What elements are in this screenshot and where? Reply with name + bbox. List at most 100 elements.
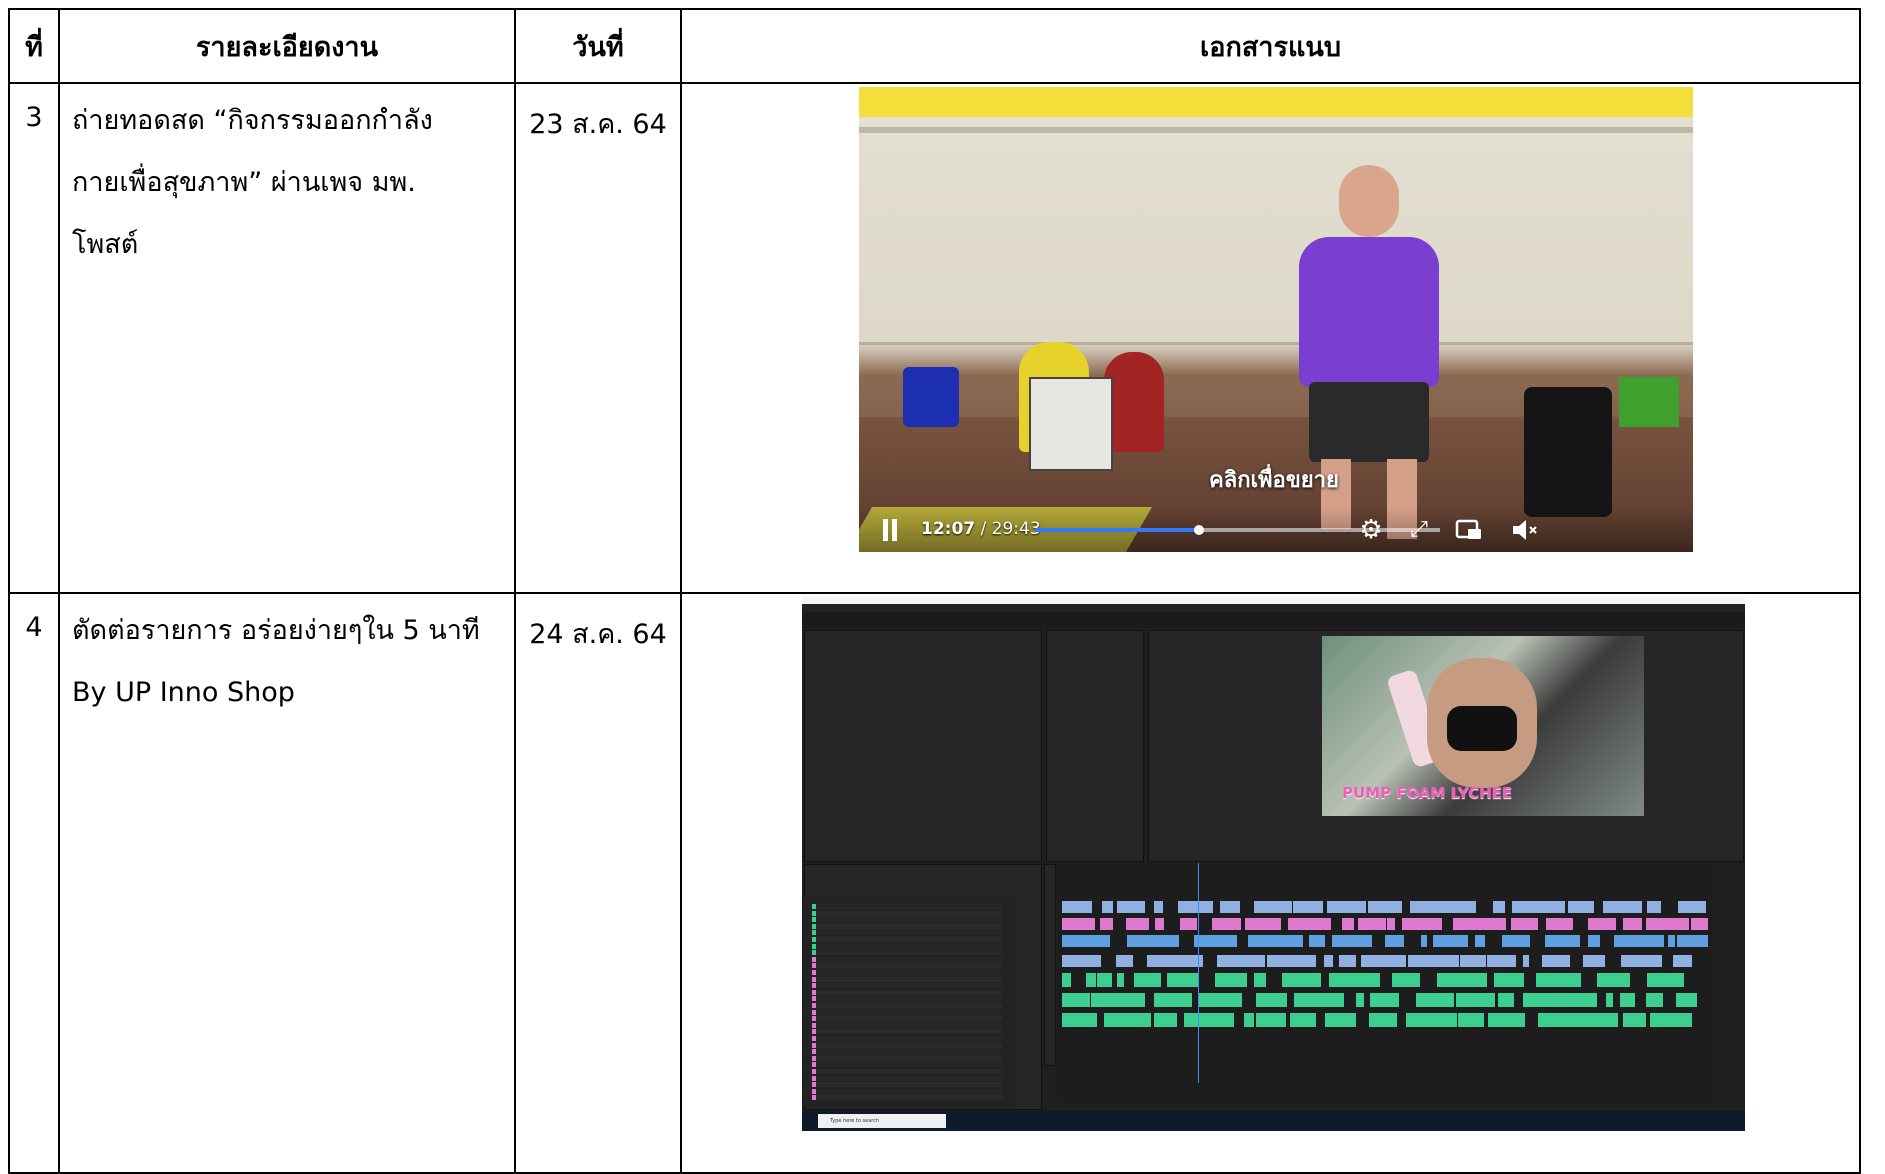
project-file-row[interactable] <box>812 943 1002 949</box>
timeline-clip[interactable] <box>1621 955 1662 967</box>
project-file-row[interactable] <box>812 910 1002 916</box>
timeline-clip[interactable] <box>1691 918 1708 930</box>
timeline-clip[interactable] <box>1387 918 1395 930</box>
timeline-clip[interactable] <box>1620 993 1635 1007</box>
timeline-clip[interactable] <box>1358 918 1386 930</box>
timeline-clip[interactable] <box>1062 1013 1097 1027</box>
timeline-clip[interactable] <box>1256 1013 1286 1027</box>
timeline-clip[interactable] <box>1647 901 1661 913</box>
timeline-clip[interactable] <box>1178 901 1213 913</box>
timeline-clip[interactable] <box>1538 1013 1586 1027</box>
timeline-clip[interactable] <box>1603 901 1642 913</box>
timeline-clip[interactable] <box>1402 918 1442 930</box>
timeline-clip[interactable] <box>1256 993 1287 1007</box>
timeline-clip[interactable] <box>1154 901 1163 913</box>
timeline-clip[interactable] <box>1212 918 1241 930</box>
timeline-clip[interactable] <box>1215 973 1247 987</box>
timeline-clip[interactable] <box>1668 935 1675 947</box>
timeline-clip[interactable] <box>1126 918 1149 930</box>
timeline-clip[interactable] <box>1332 935 1372 947</box>
project-file-row[interactable] <box>812 930 1002 936</box>
timeline-clip[interactable] <box>1513 1013 1525 1027</box>
project-file-row[interactable] <box>812 1055 1002 1061</box>
timeline-clip[interactable] <box>1194 935 1237 947</box>
timeline-clip[interactable] <box>1184 1013 1234 1027</box>
timeline-clip[interactable] <box>1678 901 1706 913</box>
timeline-clip[interactable] <box>1494 973 1524 987</box>
timeline-clip[interactable] <box>1104 1013 1151 1027</box>
timeline-clip[interactable] <box>1309 935 1325 947</box>
timeline-clip[interactable] <box>1062 973 1071 987</box>
timeline-clip[interactable] <box>1677 935 1708 947</box>
click-to-enlarge-text[interactable]: คลิกเพื่อขยาย <box>1209 462 1339 497</box>
timeline-clip[interactable] <box>1536 973 1581 987</box>
timeline-clip[interactable] <box>1347 1013 1356 1027</box>
timeline-clip[interactable] <box>1647 973 1684 987</box>
timeline-clip[interactable] <box>1456 993 1495 1007</box>
timeline-clip[interactable] <box>1102 901 1113 913</box>
timeline-clip[interactable] <box>1410 901 1424 913</box>
picture-in-picture-icon[interactable] <box>1454 515 1484 545</box>
timeline-clip[interactable] <box>1062 918 1095 930</box>
project-file-row[interactable] <box>812 963 1002 969</box>
timeline-clip[interactable] <box>1453 918 1506 930</box>
timeline-clip[interactable] <box>1117 901 1145 913</box>
project-file-row[interactable] <box>812 1016 1002 1022</box>
playhead[interactable] <box>1198 863 1199 1083</box>
project-file-row[interactable] <box>812 937 1002 942</box>
timeline-clip[interactable] <box>1623 918 1642 930</box>
timeline-clip[interactable] <box>1282 973 1321 987</box>
project-file-row[interactable] <box>812 1022 1002 1028</box>
timeline-clip[interactable] <box>1062 935 1110 947</box>
timeline-clip[interactable] <box>1369 1013 1397 1027</box>
timeline-clip[interactable] <box>1523 955 1529 967</box>
timeline-clip[interactable] <box>1676 993 1697 1007</box>
timeline-clip[interactable] <box>1281 935 1303 947</box>
timeline-clip[interactable] <box>1248 935 1281 947</box>
taskbar-search[interactable]: Type here to search <box>818 1114 946 1128</box>
project-file-row[interactable] <box>812 1088 1002 1094</box>
timeline-panel[interactable] <box>1058 863 1714 1103</box>
timeline-clip[interactable] <box>1361 955 1406 967</box>
project-file-row[interactable] <box>812 970 1002 975</box>
timeline-clip[interactable] <box>1134 973 1161 987</box>
timeline-clip[interactable] <box>1327 901 1366 913</box>
timeline-clip[interactable] <box>1392 973 1420 987</box>
timeline-clip[interactable] <box>1606 993 1613 1007</box>
timeline-clip[interactable] <box>1154 993 1192 1007</box>
timeline-clip[interactable] <box>1488 1013 1513 1027</box>
timeline-clip[interactable] <box>1614 935 1664 947</box>
project-file-row[interactable] <box>812 950 1002 956</box>
timeline-clip[interactable] <box>1325 1013 1347 1027</box>
pause-icon[interactable] <box>881 519 899 541</box>
project-file-row[interactable] <box>812 917 1002 923</box>
timeline-clip[interactable] <box>1597 973 1630 987</box>
timeline-clip[interactable] <box>1356 993 1364 1007</box>
timeline-clip[interactable] <box>1244 1013 1254 1027</box>
timeline-clip[interactable] <box>1147 955 1161 967</box>
timeline-clip[interactable] <box>1422 955 1459 967</box>
timeline-clip[interactable] <box>1127 935 1179 947</box>
timeline-clip[interactable] <box>1161 955 1171 967</box>
timeline-clip[interactable] <box>1512 901 1565 913</box>
timeline-clip[interactable] <box>1091 993 1145 1007</box>
mute-icon[interactable] <box>1509 515 1539 545</box>
timeline-clip[interactable] <box>1062 993 1090 1007</box>
project-file-row[interactable] <box>812 983 1002 989</box>
project-file-row[interactable] <box>812 976 1002 982</box>
timeline-clip[interactable] <box>1583 955 1605 967</box>
project-file-row[interactable] <box>812 1049 1002 1055</box>
timeline-clip[interactable] <box>1424 901 1476 913</box>
project-file-row[interactable] <box>812 1082 1002 1088</box>
timeline-clip[interactable] <box>1406 1013 1457 1027</box>
timeline-clip[interactable] <box>1650 1013 1692 1027</box>
timeline-clip[interactable] <box>1220 901 1240 913</box>
timeline-clip[interactable] <box>1180 918 1197 930</box>
project-file-row[interactable] <box>812 1003 1002 1008</box>
timeline-clip[interactable] <box>1458 1013 1484 1027</box>
timeline-clip[interactable] <box>1498 993 1514 1007</box>
timeline-clip[interactable] <box>1646 918 1689 930</box>
timeline-clip[interactable] <box>1329 973 1380 987</box>
timeline-clip[interactable] <box>1487 955 1516 967</box>
timeline-clip[interactable] <box>1416 993 1454 1007</box>
